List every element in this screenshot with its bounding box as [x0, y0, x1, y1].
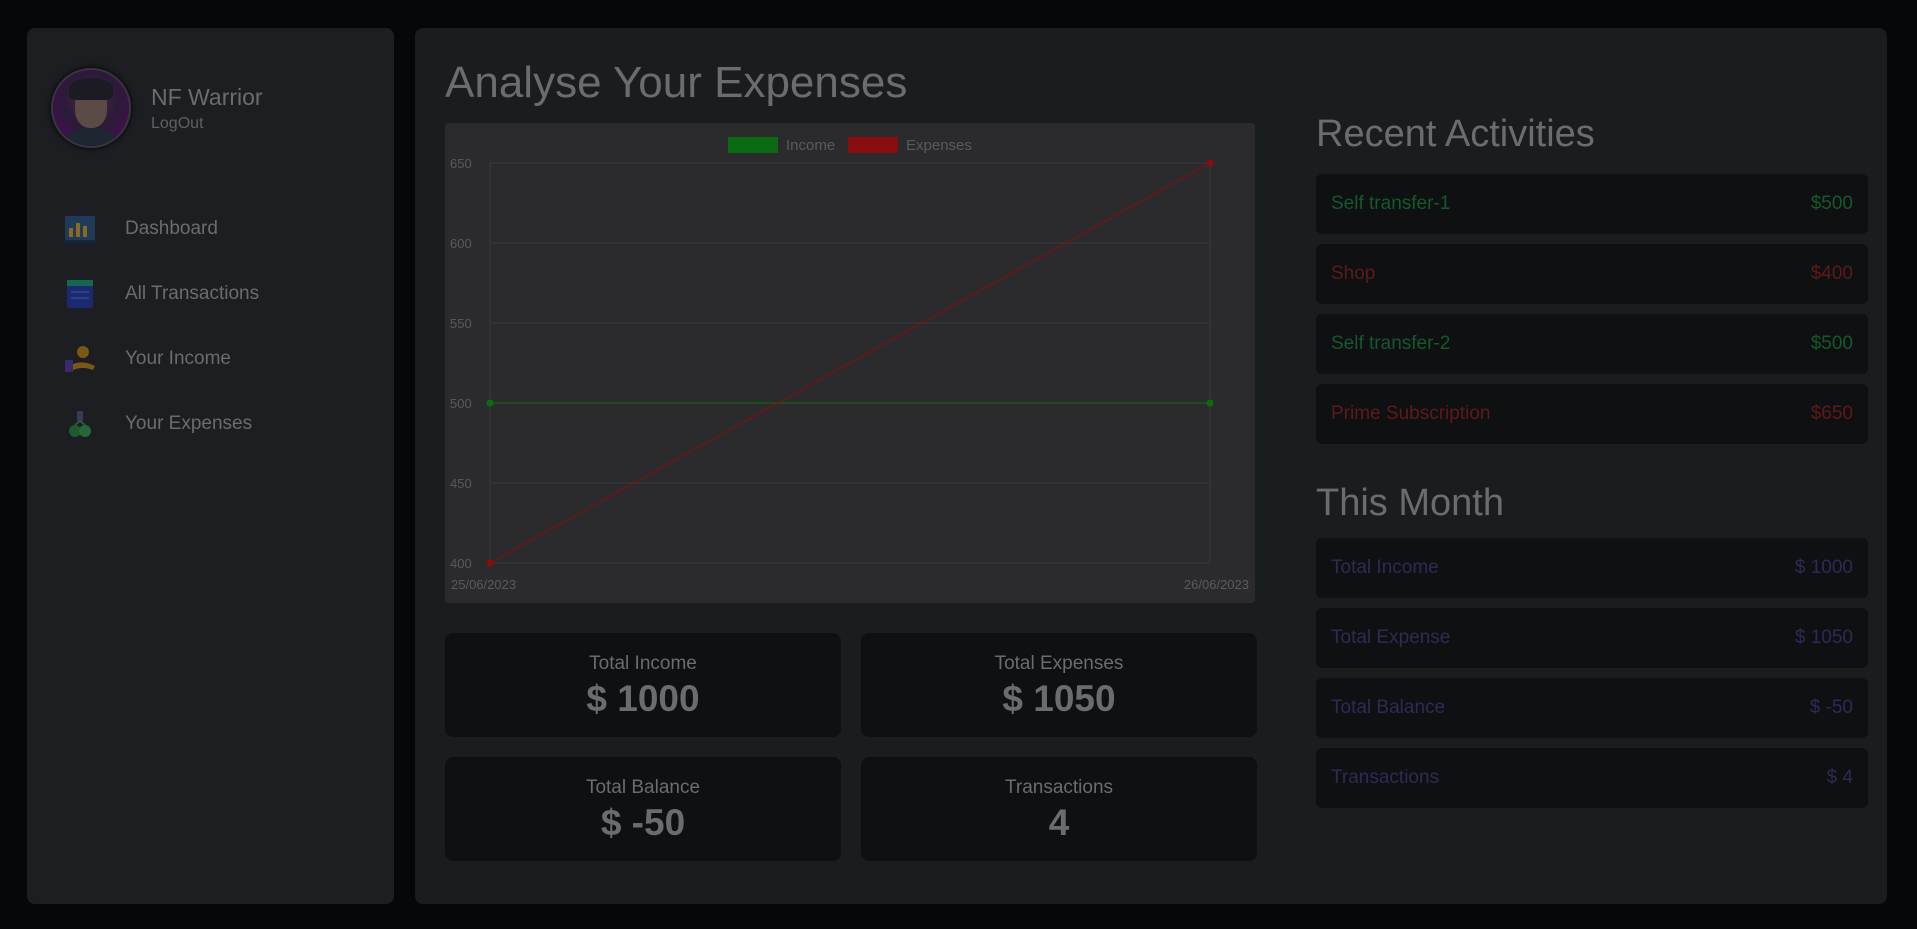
sidebar-item-label: Dashboard	[125, 217, 218, 239]
income-icon	[63, 342, 97, 376]
activity-amount: $500	[1810, 193, 1853, 214]
chart-svg: 400 450 500 550 600 650 25/06/2023 26/06/2023 In…	[450, 137, 1249, 592]
data-point	[1206, 399, 1214, 407]
data-point	[486, 399, 494, 407]
month-label: Transactions	[1331, 767, 1440, 788]
sidebar: NF Warrior LogOut Dashboard All Transact…	[27, 28, 394, 904]
main-panel: Analyse Your Expenses 400 450 500 550 600 650…	[415, 28, 1887, 904]
activity-name: Shop	[1331, 263, 1376, 284]
legend-swatch	[728, 137, 778, 153]
sidebar-item-label: Your Expenses	[125, 412, 253, 434]
month-value: $ 1000	[1794, 557, 1853, 578]
month-label: Total Balance	[1331, 697, 1446, 718]
this-month-title: This Month	[1316, 482, 1504, 524]
profile: NF Warrior LogOut	[51, 68, 263, 148]
total-income-card: Total Income $ 1000	[445, 633, 841, 737]
y-tick-label: 600	[450, 236, 472, 251]
total-expenses-card: Total Expenses $ 1050	[861, 633, 1257, 737]
stat-label: Total Income	[589, 653, 697, 674]
month-value: $ 4	[1826, 767, 1853, 788]
y-tick-label: 450	[450, 476, 472, 491]
activity-amount: $650	[1810, 403, 1853, 424]
stat-value: $ 1050	[1002, 678, 1116, 719]
transactions-count-card: Transactions 4	[861, 757, 1257, 861]
expense-chart: 400 450 500 550 600 650 25/06/2023 26/06/2023 In…	[445, 123, 1255, 603]
sidebar-item-your-income[interactable]: Your Income	[63, 326, 259, 391]
month-label: Total Expense	[1331, 627, 1451, 648]
month-summary-row: Total Balance $ -50	[1316, 678, 1868, 738]
activity-amount: $500	[1810, 333, 1853, 354]
y-tick-label: 550	[450, 316, 472, 331]
recent-activities-title: Recent Activities	[1316, 113, 1595, 155]
sidebar-item-label: All Transactions	[125, 282, 260, 304]
data-point	[1206, 159, 1214, 167]
month-label: Total Income	[1331, 557, 1439, 578]
activity-name: Self transfer-1	[1331, 193, 1451, 214]
series-line	[489, 162, 1211, 564]
legend-label: Expenses	[906, 137, 972, 154]
activity-row[interactable]: Self transfer-2 $500	[1316, 314, 1868, 374]
activity-name: Self transfer-2	[1331, 333, 1451, 354]
stat-value: $ -50	[600, 802, 686, 843]
legend-label: Income	[786, 137, 835, 154]
stat-label: Total Expenses	[994, 653, 1124, 674]
sidebar-item-all-transactions[interactable]: All Transactions	[63, 261, 259, 326]
dashboard-icon	[63, 212, 97, 246]
x-tick-label: 26/06/2023	[1184, 577, 1249, 592]
month-summary-row: Total Income $ 1000	[1316, 538, 1868, 598]
y-tick-label: 500	[450, 396, 472, 411]
month-value: $ 1050	[1794, 627, 1853, 648]
profile-name: NF Warrior	[151, 83, 263, 110]
logout-link[interactable]: LogOut	[151, 115, 263, 133]
y-tick-label: 650	[450, 156, 472, 171]
month-summary-row: Total Expense $ 1050	[1316, 608, 1868, 668]
stat-value: $ 1000	[586, 678, 700, 719]
month-value: $ -50	[1809, 697, 1853, 718]
stat-label: Total Balance	[585, 777, 701, 798]
avatar	[51, 68, 131, 148]
activity-name: Prime Subscription	[1331, 403, 1491, 424]
activity-row[interactable]: Prime Subscription $650	[1316, 384, 1868, 444]
activity-row[interactable]: Self transfer-1 $500	[1316, 174, 1868, 234]
sidebar-item-dashboard[interactable]: Dashboard	[63, 196, 259, 261]
total-balance-card: Total Balance $ -50	[445, 757, 841, 861]
transactions-icon	[63, 277, 97, 311]
sidebar-nav: Dashboard All Transactions Your Income Y…	[63, 196, 259, 456]
data-point	[486, 559, 494, 567]
activity-row[interactable]: Shop $400	[1316, 244, 1868, 304]
month-summary-row: Transactions $ 4	[1316, 748, 1868, 808]
x-tick-label: 25/06/2023	[451, 577, 516, 592]
page-title: Analyse Your Expenses	[445, 58, 908, 107]
legend-swatch	[848, 137, 898, 153]
expenses-icon	[63, 407, 97, 441]
activity-amount: $400	[1810, 263, 1853, 284]
sidebar-item-your-expenses[interactable]: Your Expenses	[63, 391, 259, 456]
y-tick-label: 400	[450, 556, 472, 571]
sidebar-item-label: Your Income	[125, 347, 231, 369]
stat-value: 4	[1048, 802, 1070, 843]
stat-label: Transactions	[1004, 777, 1114, 798]
